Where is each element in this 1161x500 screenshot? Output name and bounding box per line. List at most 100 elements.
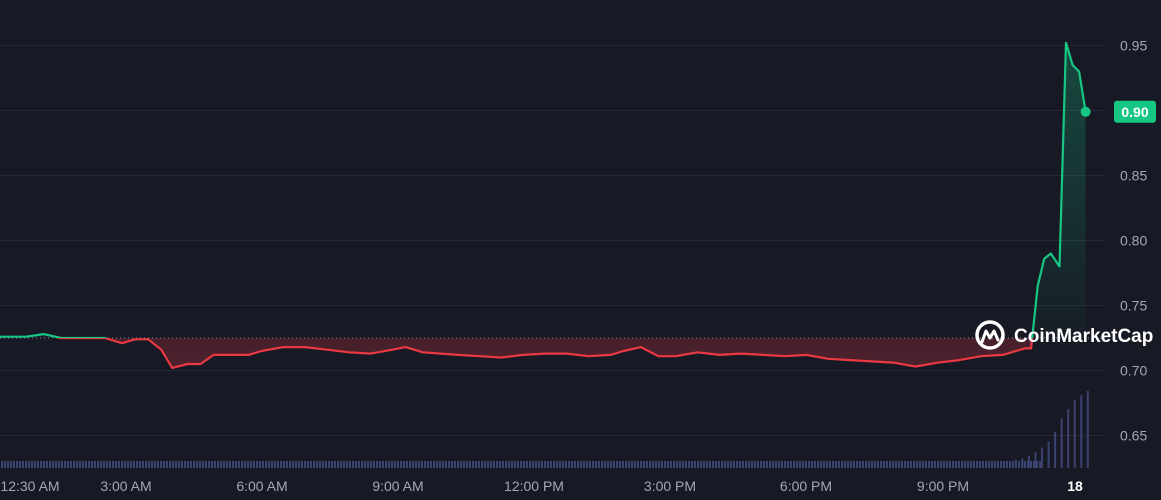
volume-bar xyxy=(1006,461,1008,468)
volume-bar xyxy=(1009,461,1011,468)
volume-bar xyxy=(316,461,318,468)
volume-bar xyxy=(910,461,912,468)
volume-bar xyxy=(682,461,684,468)
volume-bar xyxy=(517,461,519,468)
volume-bar xyxy=(412,461,414,468)
price-area-down xyxy=(0,338,1086,368)
volume-bar xyxy=(184,461,186,468)
volume-bar xyxy=(709,461,711,468)
volume-bar xyxy=(28,461,30,468)
volume-bar xyxy=(985,461,987,468)
volume-bar xyxy=(10,461,12,468)
volume-bar xyxy=(43,461,45,468)
volume-bar xyxy=(1021,458,1024,468)
volume-bar xyxy=(529,461,531,468)
volume-bar xyxy=(967,461,969,468)
volume-bar xyxy=(886,461,888,468)
volume-bar xyxy=(589,461,591,468)
volume-bar xyxy=(1024,461,1026,468)
volume-bar xyxy=(820,461,822,468)
volume-bar xyxy=(340,461,342,468)
volume-bar xyxy=(598,461,600,468)
volume-bar xyxy=(955,461,957,468)
volume-bar xyxy=(136,461,138,468)
volume-bar xyxy=(673,461,675,468)
volume-bar xyxy=(352,461,354,468)
volume-bar xyxy=(895,461,897,468)
volume-bar xyxy=(1080,395,1083,468)
volume-bar xyxy=(535,461,537,468)
volume-bar xyxy=(478,461,480,468)
volume-bar xyxy=(301,461,303,468)
x-tick-label: 3:00 AM xyxy=(100,478,151,494)
volume-bar xyxy=(127,461,129,468)
volume-bar xyxy=(991,461,993,468)
volume-bar xyxy=(319,461,321,468)
volume-bar xyxy=(364,461,366,468)
volume-bar xyxy=(172,461,174,468)
volume-bar xyxy=(880,461,882,468)
volume-bar xyxy=(634,461,636,468)
volume-bar xyxy=(64,461,66,468)
volume-bar xyxy=(625,461,627,468)
volume-bar xyxy=(520,461,522,468)
volume-bar xyxy=(190,461,192,468)
volume-bar xyxy=(550,461,552,468)
volume-bar xyxy=(823,461,825,468)
volume-bars xyxy=(1,391,1089,468)
volume-bar xyxy=(85,461,87,468)
volume-bar xyxy=(871,461,873,468)
volume-bar xyxy=(277,461,279,468)
volume-bar xyxy=(139,461,141,468)
volume-bar xyxy=(400,461,402,468)
volume-bar xyxy=(202,461,204,468)
volume-bar xyxy=(109,461,111,468)
volume-bar xyxy=(877,461,879,468)
volume-bar xyxy=(439,461,441,468)
volume-bar xyxy=(430,461,432,468)
volume-bar xyxy=(82,461,84,468)
volume-bar xyxy=(304,461,306,468)
volume-bar xyxy=(259,461,261,468)
volume-bar xyxy=(61,461,63,468)
volume-bar xyxy=(976,461,978,468)
volume-bar xyxy=(370,461,372,468)
volume-bar xyxy=(1039,461,1041,468)
y-tick-label: 0.95 xyxy=(1120,38,1147,54)
volume-bar xyxy=(757,461,759,468)
x-axis-ticks: 12:30 AM 3:00 AM 6:00 AM 9:00 AM 12:00 PM 3:0… xyxy=(0,478,1083,494)
current-price-dot xyxy=(1080,106,1091,117)
volume-bar xyxy=(292,461,294,468)
volume-bar xyxy=(424,461,426,468)
volume-bar xyxy=(49,461,51,468)
volume-bar xyxy=(379,461,381,468)
volume-bar xyxy=(637,461,639,468)
volume-bar xyxy=(97,461,99,468)
volume-bar xyxy=(853,461,855,468)
volume-bar xyxy=(1054,431,1057,468)
volume-bar xyxy=(112,461,114,468)
volume-bar xyxy=(994,461,996,468)
volume-bar xyxy=(34,461,36,468)
volume-bar xyxy=(817,461,819,468)
volume-bar xyxy=(469,461,471,468)
volume-bar xyxy=(199,461,201,468)
volume-bar xyxy=(919,461,921,468)
volume-bar xyxy=(787,461,789,468)
volume-bar xyxy=(514,461,516,468)
volume-bar xyxy=(835,461,837,468)
volume-bar xyxy=(574,461,576,468)
volume-bar xyxy=(760,461,762,468)
volume-bar xyxy=(766,461,768,468)
volume-bar xyxy=(982,461,984,468)
volume-bar xyxy=(250,461,252,468)
volume-bar xyxy=(388,461,390,468)
volume-bar xyxy=(355,461,357,468)
volume-bar xyxy=(742,461,744,468)
volume-bar xyxy=(502,461,504,468)
volume-bar xyxy=(628,461,630,468)
volume-bar xyxy=(1030,461,1032,468)
volume-bar xyxy=(298,461,300,468)
volume-bar xyxy=(145,461,147,468)
volume-bar xyxy=(133,461,135,468)
